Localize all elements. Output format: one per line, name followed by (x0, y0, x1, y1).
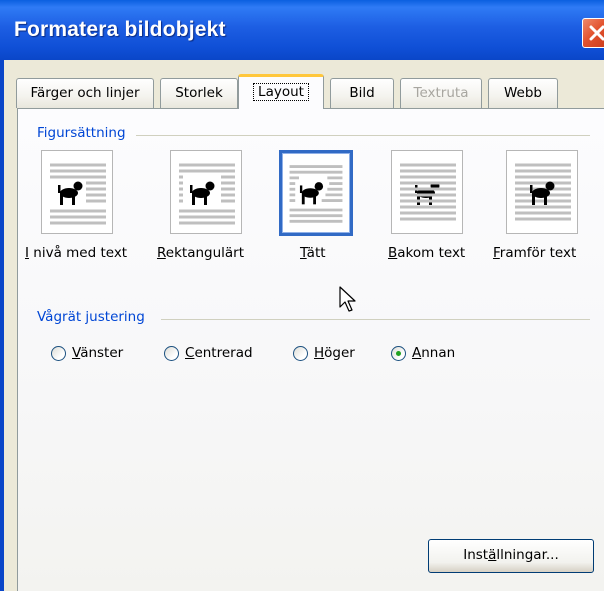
dialog-window: Formatera bildobjekt Färger och linjer S… (0, 0, 604, 591)
wrap-inline-with-text-button[interactable] (41, 150, 113, 234)
tab-farger-och-linjer[interactable]: Färger och linjer (16, 78, 154, 108)
close-button[interactable] (582, 18, 604, 48)
inline-with-text-icon (50, 163, 106, 225)
tab-label: Bild (349, 85, 375, 101)
radio-annan-label: Annan (412, 345, 456, 361)
radio-button[interactable] (51, 346, 66, 361)
window-title: Formatera bildobjekt (14, 18, 226, 41)
wrap-behind-text-label: Bakom text (388, 245, 466, 261)
behind-text-icon (400, 163, 456, 221)
settings-button[interactable]: Inställningar... (428, 539, 594, 573)
wrap-tight-button[interactable] (279, 150, 353, 236)
wrap-inline-with-text-label: I nivå med text (25, 245, 128, 261)
alignment-group-divider (161, 319, 590, 320)
radio-centrerad-label: Centrerad (185, 345, 253, 361)
tab-layout[interactable]: Layout (238, 74, 324, 109)
in-front-of-text-icon (515, 163, 571, 221)
square-wrap-icon (179, 163, 235, 225)
tab-bild[interactable]: Bild (330, 78, 394, 108)
title-bar[interactable]: Formatera bildobjekt (0, 0, 604, 60)
tab-textruta: Textruta (400, 78, 482, 108)
wrap-in-front-of-text-label: Framför text (493, 245, 577, 261)
wrap-behind-text-button[interactable] (391, 150, 463, 234)
tight-wrap-icon (289, 165, 343, 223)
wrap-in-front-of-text-button[interactable] (506, 150, 578, 234)
tab-label: Textruta (413, 85, 469, 101)
radio-vanster-label: Vänster (72, 345, 124, 361)
tab-label: Storlek (175, 85, 223, 101)
wrap-tight-label: Tätt (300, 245, 326, 261)
tab-storlek[interactable]: Storlek (160, 78, 238, 108)
tab-label: Webb (503, 85, 542, 101)
tab-webb[interactable]: Webb (488, 78, 558, 108)
radio-button[interactable] (164, 346, 179, 361)
radio-button[interactable] (293, 346, 308, 361)
mouse-pointer-icon (339, 286, 359, 318)
dialog-client-area: Färger och linjer Storlek Layout Bild Te… (4, 60, 604, 591)
alignment-group-title: Vågrät justering (37, 309, 145, 325)
radio-hoger-label: Höger (314, 345, 355, 361)
wrap-square-label: Rektangulärt (157, 245, 245, 261)
wrapping-group-title: Figursättning (37, 125, 126, 141)
tab-label: Layout (253, 83, 309, 101)
radio-button-checked[interactable] (391, 346, 406, 361)
wrap-square-button[interactable] (170, 150, 242, 234)
wrapping-group-divider (136, 135, 590, 136)
radio-checked-dot (396, 351, 401, 356)
layout-tab-panel: Figursättning I nivå med text Rektangulä… (17, 108, 604, 591)
tab-label: Färger och linjer (30, 85, 140, 101)
